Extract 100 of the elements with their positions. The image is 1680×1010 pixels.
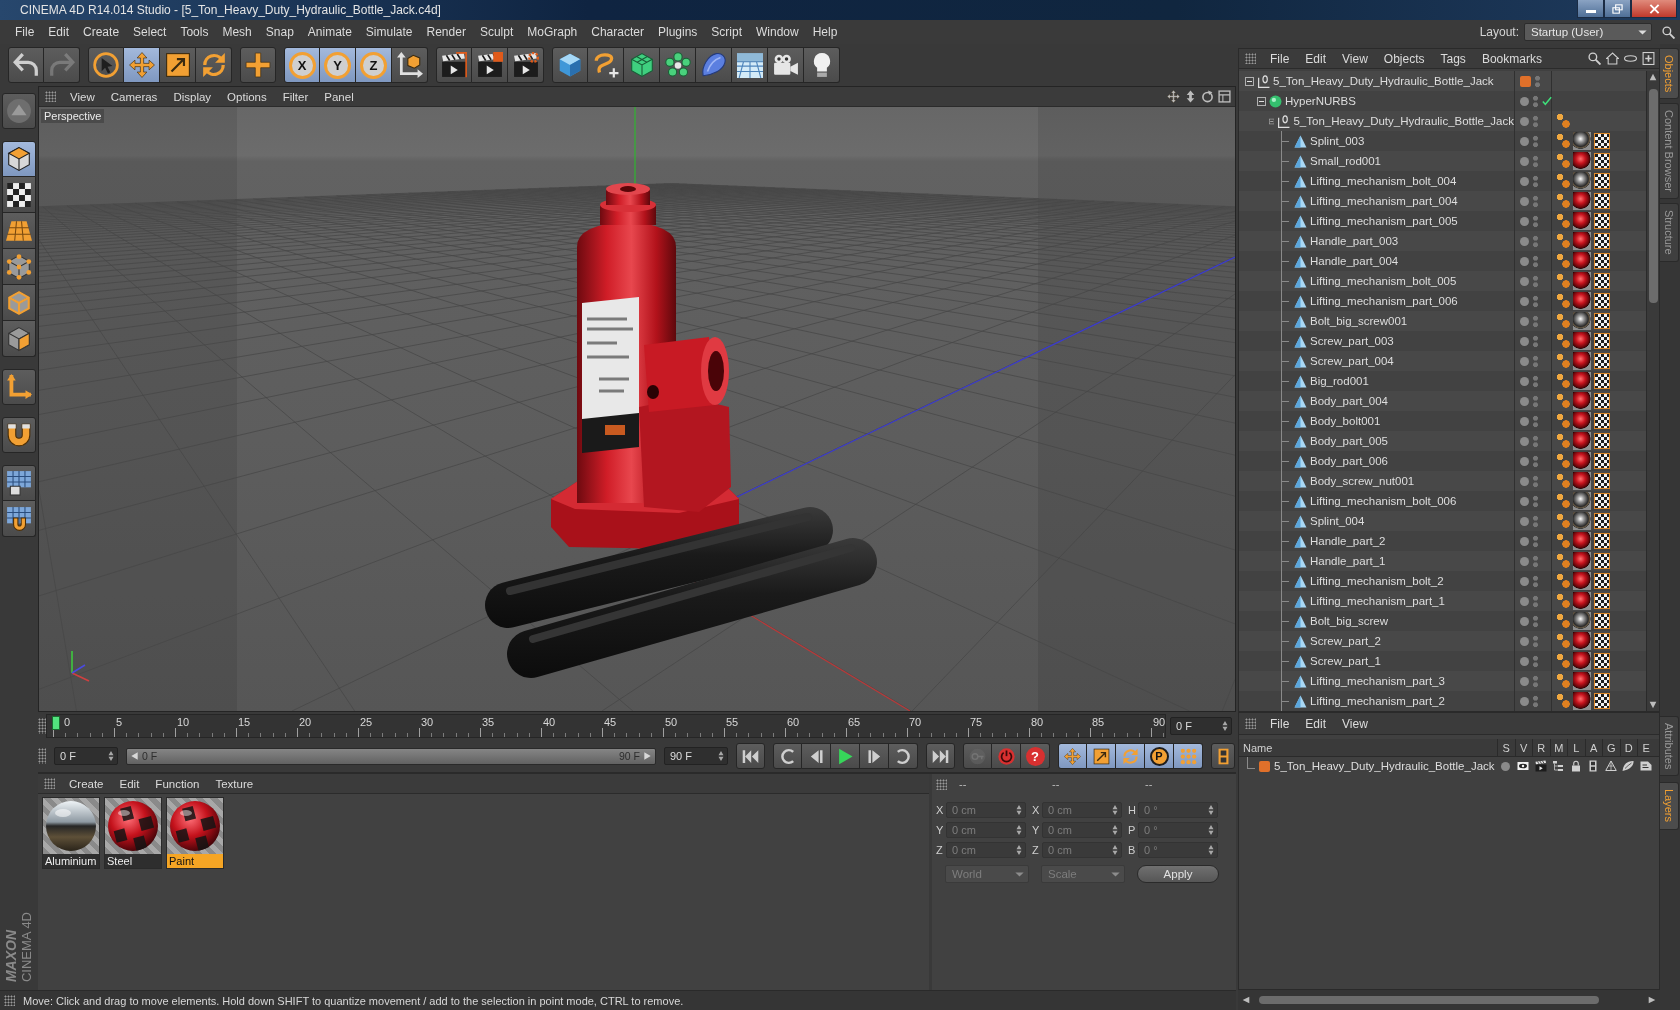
maximize-icon[interactable] <box>1218 90 1231 103</box>
object-row[interactable]: Body_part_005 <box>1239 431 1646 451</box>
visibility-dot-icon[interactable] <box>1520 116 1529 126</box>
add-box-icon[interactable] <box>1642 52 1655 65</box>
column-header[interactable]: Name <box>1239 739 1497 756</box>
axis-mode-button[interactable] <box>2 369 36 405</box>
floor-button[interactable] <box>732 47 768 83</box>
phong-tag-icon[interactable] <box>1556 653 1570 669</box>
hierarchy-icon[interactable] <box>1552 760 1565 772</box>
right-arrow-icon[interactable] <box>1648 996 1656 1004</box>
grip-icon[interactable] <box>4 995 15 1006</box>
column-header[interactable]: D <box>1619 739 1637 756</box>
spinner-icon[interactable] <box>108 751 114 761</box>
material-tile[interactable]: Paint <box>166 797 224 869</box>
grip-icon[interactable] <box>38 748 46 764</box>
texture-tag-icon[interactable] <box>1594 133 1610 149</box>
material-tag-icon[interactable] <box>1573 292 1591 310</box>
snap-grid-mode-button[interactable] <box>2 465 36 501</box>
material-tag-icon[interactable] <box>1573 172 1591 190</box>
phong-tag-icon[interactable] <box>1556 153 1570 169</box>
visibility-dot-icon[interactable] <box>1520 596 1529 606</box>
editor-render-dots-icon[interactable] <box>1533 394 1538 408</box>
visibility-dot-icon[interactable] <box>1520 196 1529 206</box>
up-arrow-icon[interactable] <box>1649 73 1657 81</box>
material-tag-icon[interactable] <box>1573 672 1591 690</box>
start-frame-field[interactable]: 0 F <box>54 747 118 765</box>
editor-render-dots-icon[interactable] <box>1533 134 1538 148</box>
texture-tag-icon[interactable] <box>1594 253 1610 269</box>
grip-icon[interactable] <box>1245 53 1256 64</box>
clapperboard-icon[interactable] <box>1534 760 1547 772</box>
material-tag-icon[interactable] <box>1573 452 1591 470</box>
texture-tag-icon[interactable] <box>1594 313 1610 329</box>
points-mode-button[interactable] <box>2 249 36 285</box>
oval-icon[interactable] <box>1624 52 1637 65</box>
undo-button[interactable] <box>8 47 44 83</box>
texture-tag-icon[interactable] <box>1594 673 1610 689</box>
visibility-dot-icon[interactable] <box>1520 336 1529 346</box>
phong-tag-icon[interactable] <box>1556 573 1570 589</box>
rotate-button[interactable] <box>196 47 232 83</box>
menu-item[interactable]: Create <box>76 20 127 44</box>
texture-tag-icon[interactable] <box>1594 573 1610 589</box>
render-view-button[interactable] <box>436 47 472 83</box>
column-header[interactable]: V <box>1514 739 1532 756</box>
move-arrows-icon[interactable] <box>1167 90 1180 103</box>
material-tag-icon[interactable] <box>1573 592 1591 610</box>
menu-item[interactable]: Tools <box>173 20 216 44</box>
editor-render-dots-icon[interactable] <box>1533 94 1538 108</box>
object-row[interactable]: Body_part_004 <box>1239 391 1646 411</box>
visibility-dot-icon[interactable] <box>1520 616 1529 626</box>
search-icon[interactable] <box>1588 52 1601 65</box>
editor-render-dots-icon[interactable] <box>1533 254 1538 268</box>
texture-tag-icon[interactable] <box>1594 353 1610 369</box>
visibility-dot-icon[interactable] <box>1520 216 1529 226</box>
phong-tag-icon[interactable] <box>1556 293 1570 309</box>
menu-item[interactable]: Select <box>126 20 174 44</box>
menu-item[interactable]: Bookmarks <box>1473 51 1550 66</box>
phong-tag-icon[interactable] <box>1556 393 1570 409</box>
visibility-dot-icon[interactable] <box>1520 496 1529 506</box>
menu-item[interactable]: Help <box>805 20 845 44</box>
phong-tag-icon[interactable] <box>1556 433 1570 449</box>
select-button[interactable] <box>88 47 124 83</box>
menu-item[interactable]: MoGraph <box>520 20 585 44</box>
texture-tag-icon[interactable] <box>1594 433 1610 449</box>
workplane-mode-button[interactable] <box>2 213 36 249</box>
menu-item[interactable]: Panel <box>316 90 362 103</box>
selection-button[interactable]: ? <box>1021 743 1050 769</box>
minimize-button[interactable] <box>1577 0 1604 18</box>
editor-render-dots-icon[interactable] <box>1533 674 1538 688</box>
texture-tag-icon[interactable] <box>1594 373 1610 389</box>
menu-item[interactable]: Objects <box>1375 51 1433 66</box>
solo-dot-icon[interactable] <box>1501 761 1511 771</box>
editor-render-dots-icon[interactable] <box>1533 594 1538 608</box>
texture-tag-icon[interactable] <box>1594 173 1610 189</box>
visibility-dot-icon[interactable] <box>1520 416 1529 426</box>
menu-item[interactable]: Script <box>704 20 749 44</box>
playhead-handle[interactable] <box>52 716 60 730</box>
menu-item[interactable]: Edit <box>41 20 77 44</box>
material-tag-icon[interactable] <box>1573 472 1591 490</box>
texture-tag-icon[interactable] <box>1594 513 1610 529</box>
texture-tag-icon[interactable] <box>1594 553 1610 569</box>
object-row[interactable]: Screw_part_2 <box>1239 631 1646 651</box>
material-tag-icon[interactable] <box>1573 232 1591 250</box>
menu-item[interactable]: Animate <box>300 20 359 44</box>
object-row[interactable]: Screw_part_004 <box>1239 351 1646 371</box>
play-button[interactable] <box>831 743 860 769</box>
menu-item[interactable]: Window <box>749 20 806 44</box>
editor-render-dots-icon[interactable] <box>1533 634 1538 648</box>
array-button[interactable] <box>660 47 696 83</box>
menu-item[interactable]: File <box>1262 51 1298 66</box>
visibility-dot-icon[interactable] <box>1520 456 1529 466</box>
object-row[interactable]: Bolt_big_screw001 <box>1239 311 1646 331</box>
editor-render-dots-icon[interactable] <box>1533 194 1538 208</box>
material-tag-icon[interactable] <box>1573 532 1591 550</box>
editor-render-dots-icon[interactable] <box>1533 694 1538 708</box>
material-tag-icon[interactable] <box>1573 652 1591 670</box>
move-key-button[interactable] <box>1058 743 1087 769</box>
phong-tag-icon[interactable] <box>1556 333 1570 349</box>
object-row[interactable]: Lifting_mechanism_part_1 <box>1239 591 1646 611</box>
skip-end-button[interactable] <box>926 743 955 769</box>
phong-tag-icon[interactable] <box>1556 453 1570 469</box>
